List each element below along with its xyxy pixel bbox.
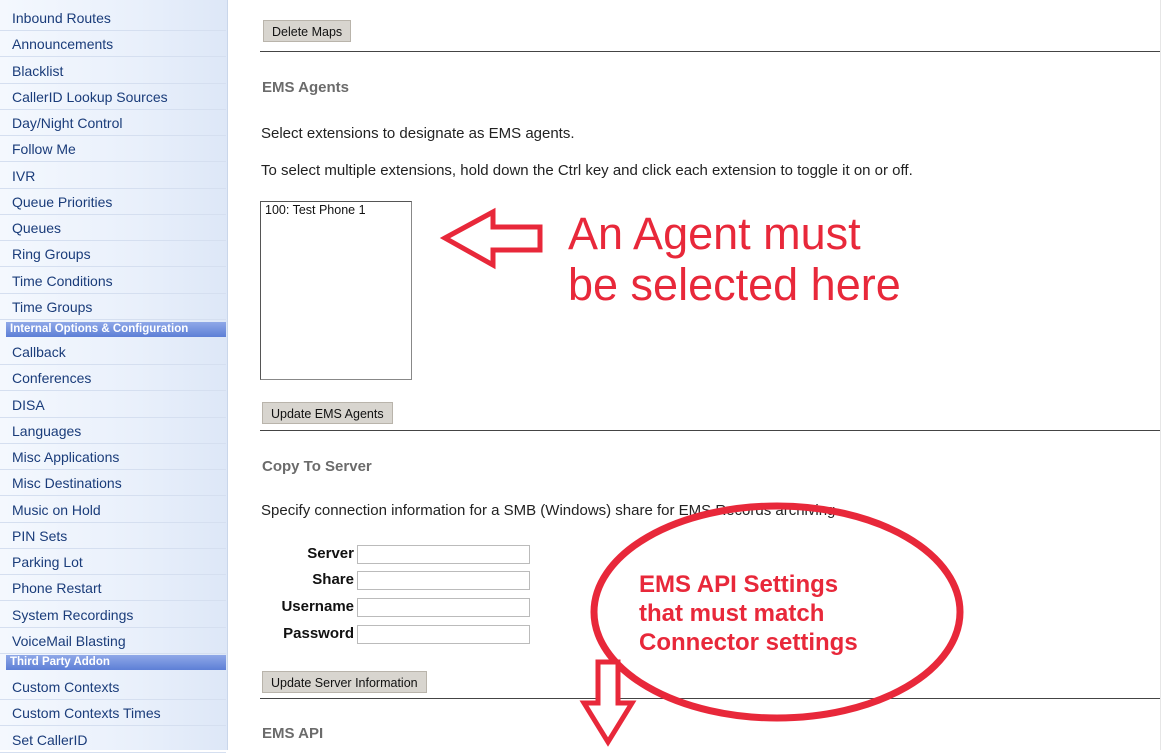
api-annotation-line: EMS API Settings bbox=[639, 571, 839, 598]
api-annotation-line: Connector settings bbox=[639, 629, 858, 656]
agent-annotation-line: be selected here bbox=[568, 259, 901, 310]
agent-annotation-line: An Agent must bbox=[568, 208, 861, 259]
api-annotation-line: that must match bbox=[639, 600, 825, 627]
api-annotation-text: EMS API Settings that must match Connect… bbox=[639, 570, 858, 657]
left-arrow-icon bbox=[439, 207, 543, 270]
agent-annotation-text: An Agent must be selected here bbox=[568, 208, 901, 310]
annotation-overlay bbox=[439, 207, 964, 747]
